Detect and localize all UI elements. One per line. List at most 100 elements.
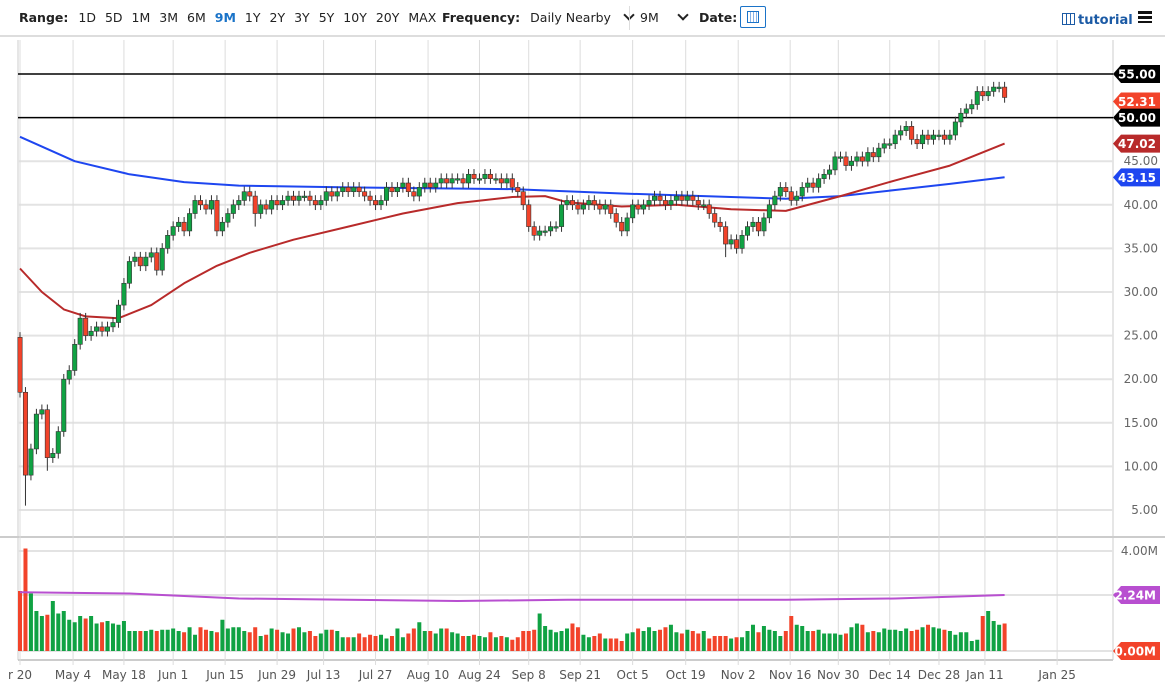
candle	[613, 213, 619, 223]
volume-bar	[242, 631, 247, 651]
candle	[575, 204, 581, 210]
volume-bar	[187, 627, 192, 651]
candle	[422, 182, 428, 188]
candle	[641, 204, 647, 210]
volume-bar	[778, 636, 783, 651]
range-3m[interactable]: 3M	[159, 10, 178, 25]
candle	[219, 221, 225, 232]
date-tick-label: Jun 15	[205, 668, 244, 682]
candle	[241, 191, 247, 201]
candle	[887, 143, 893, 146]
candle	[909, 126, 915, 140]
volume-bar	[165, 629, 170, 651]
volume-bar	[915, 629, 920, 651]
candle	[991, 86, 997, 92]
range-max[interactable]: MAX	[408, 10, 436, 25]
range-6m[interactable]: 6M	[187, 10, 206, 25]
date-tick-label: Oct 19	[666, 668, 706, 682]
volume-bar	[362, 637, 367, 651]
candle	[526, 204, 532, 227]
range-20y[interactable]: 20Y	[376, 10, 400, 25]
volume-bar	[182, 632, 187, 651]
range-5y[interactable]: 5Y	[319, 10, 335, 25]
volume-bar	[772, 631, 777, 651]
candle	[881, 143, 887, 149]
tutorial-link[interactable]: tutorial	[1062, 13, 1133, 28]
volume-tick-label: 4.00M	[1121, 544, 1158, 558]
candle	[208, 200, 214, 210]
candle	[115, 304, 121, 323]
candle	[373, 200, 379, 206]
calendar-icon[interactable]	[740, 6, 766, 28]
volume-bar	[433, 633, 438, 651]
volume-bar	[931, 627, 936, 651]
period-value[interactable]: 9M	[640, 10, 659, 25]
candle	[668, 200, 674, 206]
range-10y[interactable]: 10Y	[343, 10, 367, 25]
candle	[427, 182, 433, 188]
volume-bar	[668, 624, 673, 651]
volume-bar	[510, 639, 515, 651]
volume-bar	[975, 639, 980, 651]
volume-bar	[247, 632, 252, 651]
candle	[684, 195, 690, 201]
volume-bar	[548, 629, 553, 651]
candle	[383, 187, 389, 201]
range-2y[interactable]: 2Y	[270, 10, 286, 25]
period-dropdown[interactable]: 9M	[640, 9, 689, 25]
volume-bar	[515, 637, 520, 651]
candle	[88, 330, 94, 336]
candle	[755, 221, 761, 232]
candle	[898, 130, 904, 136]
date-tick-label: Dec 14	[869, 668, 911, 682]
volume-bar	[565, 628, 569, 651]
candle	[712, 213, 718, 223]
candle	[247, 191, 253, 197]
volume-bar	[100, 622, 105, 651]
date-tick-label: Jan 25	[1037, 668, 1076, 682]
frequency-value[interactable]: Daily Nearby	[530, 10, 611, 25]
hamburger-menu-icon[interactable]	[1138, 11, 1152, 23]
volume-bar	[980, 616, 985, 651]
range-1m[interactable]: 1M	[132, 10, 151, 25]
candle	[772, 195, 778, 206]
range-3y[interactable]: 3Y	[294, 10, 310, 25]
volume-bar	[28, 593, 33, 651]
range-1d[interactable]: 1D	[78, 10, 96, 25]
candle	[203, 204, 209, 210]
price-chart[interactable]: 5.00 10.00 15.00 20.00 25.00 30.00 35.00 40.00 4…	[0, 0, 1165, 694]
candle	[252, 195, 258, 214]
volume-bar	[176, 631, 181, 651]
volume-bar	[18, 591, 22, 651]
range-5d[interactable]: 5D	[105, 10, 123, 25]
volume-bar	[756, 632, 761, 651]
volume-bar	[865, 632, 870, 651]
candle	[657, 195, 663, 201]
range-9m[interactable]: 9M	[215, 10, 236, 25]
volume-bar	[696, 633, 701, 651]
volume-bar	[116, 624, 121, 651]
candle	[356, 187, 362, 193]
candle	[925, 134, 931, 140]
range-1y[interactable]: 1Y	[245, 10, 261, 25]
volume-bar	[614, 638, 619, 651]
volume-bar	[461, 636, 466, 651]
volume-bar	[597, 633, 602, 651]
candle	[553, 226, 559, 229]
candle	[662, 200, 668, 206]
candle	[504, 178, 510, 184]
chevron-down-icon[interactable]	[677, 9, 689, 21]
volume-bar	[335, 631, 340, 651]
volume-bar	[554, 632, 559, 651]
candle	[608, 204, 614, 214]
volume-bar	[94, 623, 99, 651]
date-tick-label: Jun 1	[157, 668, 188, 682]
volume-bar	[1002, 623, 1007, 651]
frequency-label: Frequency:	[442, 10, 521, 25]
price-tick-label: 20.00	[1124, 372, 1158, 386]
candle	[444, 178, 450, 184]
candle	[728, 239, 734, 245]
frequency-selector[interactable]: Frequency: Daily Nearby	[442, 9, 635, 25]
candle	[559, 204, 565, 227]
candle	[586, 200, 592, 206]
